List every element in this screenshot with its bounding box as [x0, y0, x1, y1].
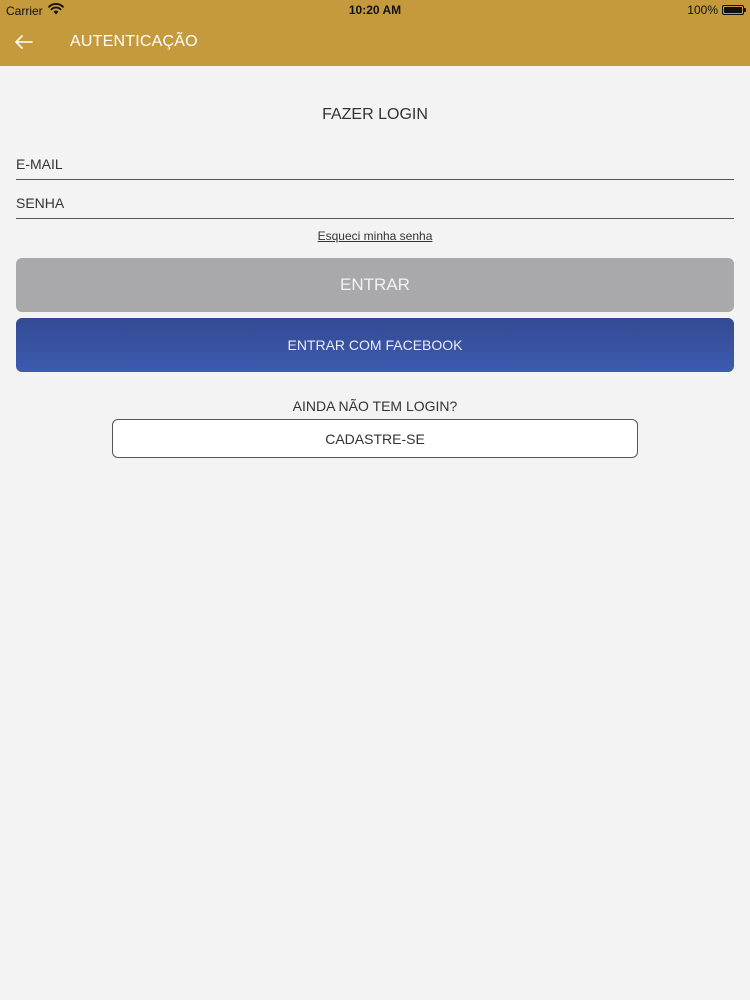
page-title: AUTENTICAÇÃO — [70, 33, 198, 50]
arrow-left-icon — [15, 35, 33, 49]
login-heading: FAZER LOGIN — [322, 106, 428, 123]
back-button[interactable] — [10, 28, 38, 56]
status-bar: Carrier 10:20 AM 100% — [0, 0, 750, 20]
signup-button[interactable]: CADASTRE-SE — [112, 419, 638, 458]
signup-button-label: CADASTRE-SE — [325, 430, 425, 447]
forgot-password-link[interactable]: Esqueci minha senha — [0, 229, 750, 243]
email-field[interactable] — [16, 148, 734, 180]
forgot-password-label: Esqueci minha senha — [317, 229, 433, 243]
password-field[interactable] — [16, 187, 734, 219]
facebook-button-label: ENTRAR COM FACEBOOK — [287, 337, 463, 353]
battery-icon — [722, 5, 746, 15]
facebook-login-button[interactable]: ENTRAR COM FACEBOOK — [16, 318, 734, 372]
signup-prompt: AINDA NÃO TEM LOGIN? — [292, 398, 458, 414]
enter-button-label: ENTRAR — [340, 275, 410, 294]
login-screen: Carrier 10:20 AM 100% AUTENTICAÇÃO FAZER… — [0, 0, 750, 1000]
nav-bar: AUTENTICAÇÃO — [0, 20, 750, 66]
battery-percent: 100% — [687, 3, 718, 17]
app-header: Carrier 10:20 AM 100% AUTENTICAÇÃO — [0, 0, 750, 66]
enter-button[interactable]: ENTRAR — [16, 258, 734, 312]
status-time: 10:20 AM — [348, 3, 402, 17]
status-right: 100% — [687, 3, 746, 17]
